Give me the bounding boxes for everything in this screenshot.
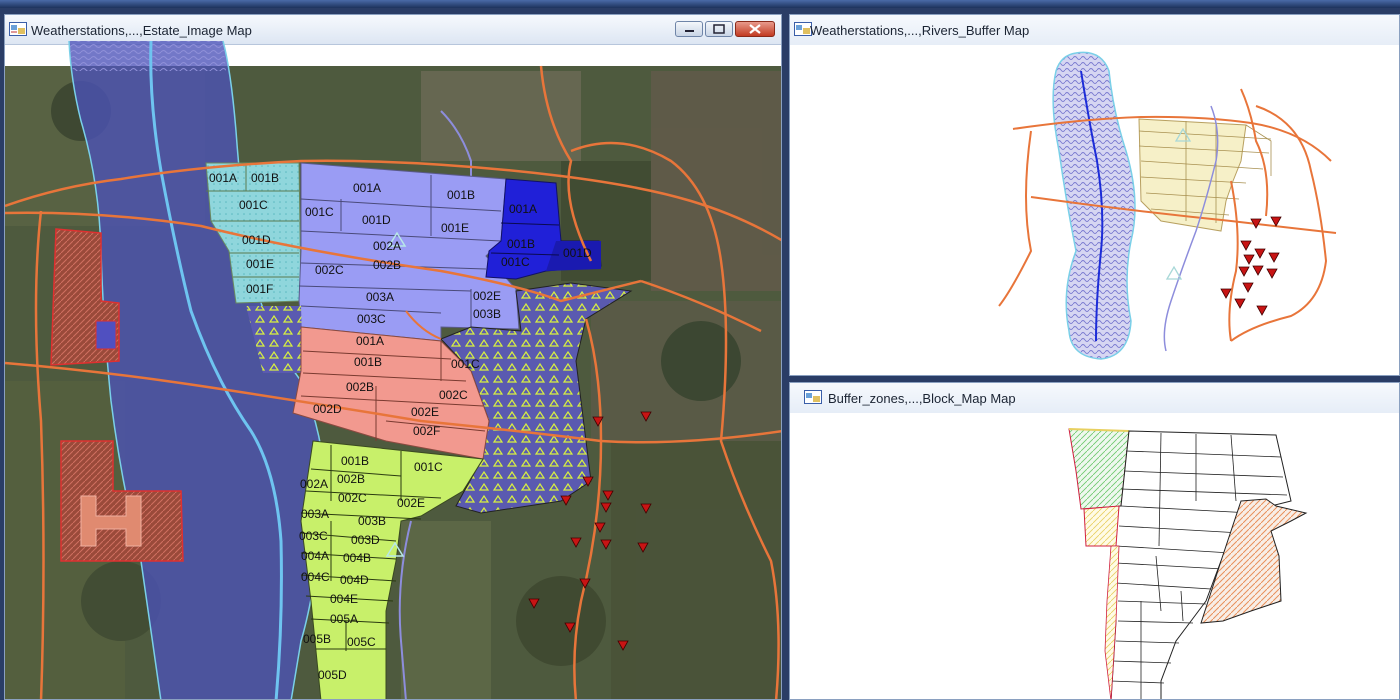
block-label: 001B	[354, 355, 382, 369]
block-label: 004D	[340, 573, 369, 587]
rivers-buffer-map-canvas[interactable]	[790, 15, 1400, 376]
block-label: 001C	[239, 198, 268, 212]
block-label: 001D	[563, 246, 592, 260]
block-label: 004C	[301, 570, 330, 584]
block-label: 001E	[441, 221, 469, 235]
block-label: 001C	[501, 255, 530, 269]
block-label: 001F	[246, 282, 273, 296]
block-label: 001C	[451, 357, 480, 371]
block-label: 003C	[357, 312, 386, 326]
block-label: 001D	[362, 213, 391, 227]
block-label: 001D	[242, 233, 271, 247]
block-label: 002A	[373, 239, 401, 253]
block-label: 001A	[356, 334, 384, 348]
block-label: 004A	[301, 549, 329, 563]
block-label: 005A	[330, 612, 358, 626]
block-label: 002C	[315, 263, 344, 277]
block-label: 001C	[414, 460, 443, 474]
block-label: 004E	[330, 592, 358, 606]
block-label: 002D	[313, 402, 342, 416]
block-label: 001E	[246, 257, 274, 271]
block-label: 002E	[397, 496, 425, 510]
block-label: 001A	[509, 202, 537, 216]
block-label: 005B	[303, 632, 331, 646]
block-label: 002C	[338, 491, 367, 505]
block-label: 002F	[413, 424, 440, 438]
block-label: 001A	[209, 171, 237, 185]
rivers-buffer-map-window[interactable]: Weatherstations,...,Rivers_Buffer Map	[789, 14, 1400, 376]
block-label: 002B	[337, 472, 365, 486]
block-label: 002E	[473, 289, 501, 303]
block-label: 001B	[507, 237, 535, 251]
block-label: 004B	[343, 551, 371, 565]
block-label: 001B	[251, 171, 279, 185]
block-label: 005C	[347, 635, 376, 649]
block-map-window[interactable]: Buffer_zones,...,Block_Map Map	[789, 382, 1400, 700]
block-label: 002B	[346, 380, 374, 394]
estate-image-map-window[interactable]: Weatherstations,...,Estate_Image Map 001…	[4, 14, 782, 700]
block-label: 001A	[353, 181, 381, 195]
block-label: 002C	[439, 388, 468, 402]
block-label: 001B	[447, 188, 475, 202]
block-label: 005D	[318, 668, 347, 682]
block-map-canvas[interactable]	[790, 383, 1400, 700]
block-label: 003C	[299, 529, 328, 543]
block-label: 003A	[366, 290, 394, 304]
block-label: 003D	[351, 533, 380, 547]
block-label: 003B	[473, 307, 501, 321]
desktop-top-band	[0, 0, 1400, 8]
block-label: 003A	[301, 507, 329, 521]
estate-image-map-canvas[interactable]: 001A 001B 001C 001D 001E 001F 001A 001B …	[5, 15, 782, 700]
block-label: 001B	[341, 454, 369, 468]
river-buffer-hatch	[69, 41, 226, 71]
block-label: 001C	[305, 205, 334, 219]
block-label: 002A	[300, 477, 328, 491]
block-label: 003B	[358, 514, 386, 528]
block-label: 002B	[373, 258, 401, 272]
block-label: 002E	[411, 405, 439, 419]
